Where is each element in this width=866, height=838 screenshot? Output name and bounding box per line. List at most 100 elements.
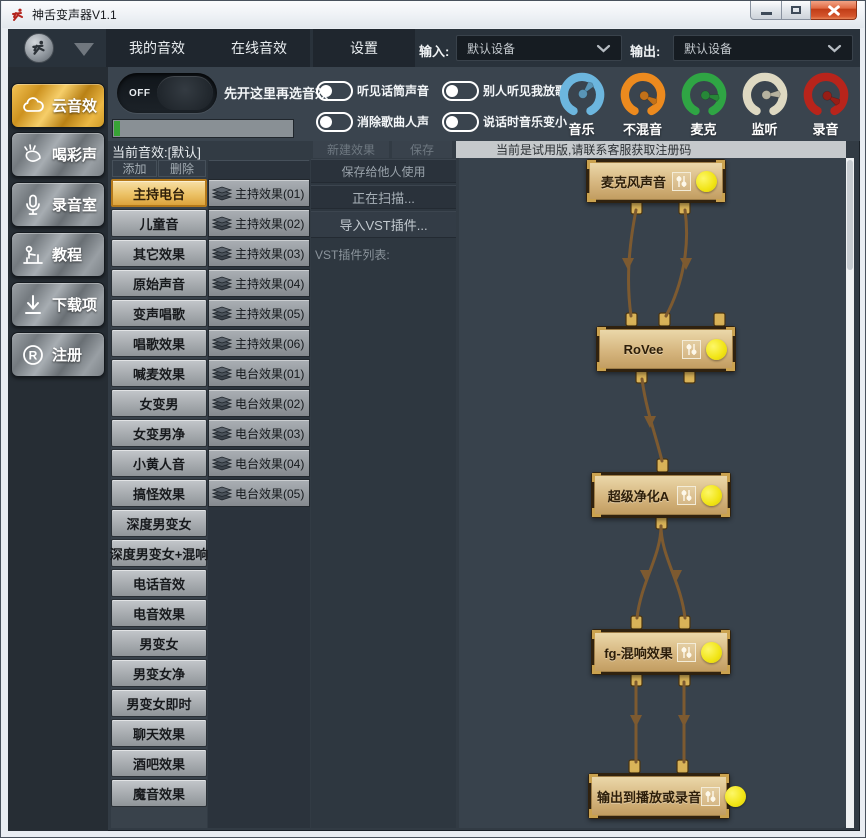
effect-node[interactable]: 超级净化A [591, 472, 731, 518]
category-item[interactable]: 小黄人音 [111, 449, 207, 477]
scanning-status-button[interactable]: 正在扫描... [311, 185, 456, 209]
sidebar-item-downloads[interactable]: 下载项 [11, 282, 105, 327]
corner-ornament [726, 327, 735, 336]
volume-knob[interactable]: 监听 [734, 67, 795, 141]
sidebar-item-cloud-effects[interactable]: 云音效 [11, 83, 105, 128]
scrollbar[interactable] [846, 158, 854, 828]
preset-item[interactable]: 电台效果(01) [208, 359, 310, 387]
bypass-led[interactable] [706, 339, 727, 360]
scrollbar-thumb[interactable] [847, 160, 853, 270]
sliders-icon[interactable] [682, 340, 701, 359]
preset-item[interactable]: 主持效果(05) [208, 299, 310, 327]
corner-ornament [716, 193, 725, 202]
knob-dial-icon [617, 69, 669, 121]
sidebar-item-register[interactable]: R 注册 [11, 332, 105, 377]
toggle-switch[interactable] [316, 112, 353, 132]
corner-ornament [592, 630, 601, 639]
node-title: 超级净化A [600, 486, 677, 505]
tab-settings[interactable]: 设置 [313, 29, 415, 67]
preset-item[interactable]: 主持效果(02) [208, 209, 310, 237]
sidebar-item-applause[interactable]: 喝彩声 [11, 132, 105, 177]
category-item[interactable]: 女变男净 [111, 419, 207, 447]
category-item[interactable]: 魔音效果 [111, 779, 207, 807]
sliders-icon[interactable] [677, 643, 696, 662]
category-item[interactable]: 原始声音 [111, 269, 207, 297]
category-item[interactable]: 女变男 [111, 389, 207, 417]
category-item[interactable]: 唱歌效果 [111, 329, 207, 357]
input-device-select[interactable]: 默认设备 [456, 35, 622, 61]
category-item[interactable]: 聊天效果 [111, 719, 207, 747]
volume-knob[interactable]: 音乐 [551, 67, 612, 141]
toggle-switch[interactable] [316, 81, 353, 101]
category-item[interactable]: 喊麦效果 [111, 359, 207, 387]
corner-ornament [597, 362, 606, 371]
tab-my-effects[interactable]: 我的音效 [106, 29, 208, 67]
delete-button[interactable]: 删除 [158, 160, 206, 177]
bypass-led[interactable] [701, 642, 722, 663]
preset-item[interactable]: 主持效果(01) [208, 179, 310, 207]
minimize-button[interactable] [750, 1, 782, 20]
preset-item[interactable]: 主持效果(04) [208, 269, 310, 297]
chevron-down-icon[interactable] [74, 43, 94, 56]
category-item[interactable]: 深度男变女+混响 [111, 539, 207, 567]
corner-ornament [587, 193, 596, 202]
category-item[interactable]: 酒吧效果 [111, 749, 207, 777]
effect-node[interactable]: 麦克风声音 [586, 159, 726, 203]
volume-knob[interactable]: 录音 [795, 67, 856, 141]
new-effect-button[interactable]: 新建效果 [313, 141, 389, 158]
volume-knob[interactable]: 不混音 [612, 67, 673, 141]
category-item[interactable]: 深度男变女 [111, 509, 207, 537]
sliders-icon[interactable] [701, 787, 720, 806]
toggle-switch[interactable] [442, 81, 479, 101]
category-item[interactable]: 男变女净 [111, 659, 207, 687]
category-item[interactable]: 男变女 [111, 629, 207, 657]
category-item[interactable]: 儿童音 [111, 209, 207, 237]
effect-node[interactable]: 输出到播放或录音 [588, 773, 730, 819]
close-button[interactable] [811, 1, 857, 20]
import-vst-button[interactable]: 导入VST插件... [311, 211, 456, 238]
bypass-led[interactable] [696, 171, 717, 192]
category-item[interactable]: 搞怪效果 [111, 479, 207, 507]
effect-node[interactable]: fg-混响效果 [591, 629, 731, 675]
preset-label: 电台效果(02) [235, 395, 304, 412]
effect-stack-icon [211, 485, 233, 502]
preset-label: 电台效果(05) [235, 485, 304, 502]
volume-knob[interactable]: 麦克 [673, 67, 734, 141]
sliders-icon[interactable] [672, 172, 691, 191]
maximize-button[interactable] [782, 1, 811, 20]
category-item[interactable]: 其它效果 [111, 239, 207, 267]
mixer-knobs: 音乐 不混音 [551, 67, 860, 141]
category-item[interactable]: 主持电台 [111, 179, 207, 207]
sidebar-item-label: 注册 [52, 344, 82, 365]
category-item[interactable]: 变声唱歌 [111, 299, 207, 327]
save-for-others-button[interactable]: 保存给他人使用 [311, 159, 456, 183]
output-device-value: 默认设备 [684, 40, 732, 57]
output-device-select[interactable]: 默认设备 [673, 35, 853, 61]
category-label: 电音效果 [133, 604, 185, 623]
preset-item[interactable]: 电台效果(03) [208, 419, 310, 447]
master-power-toggle[interactable]: OFF [117, 73, 217, 113]
sliders-icon[interactable] [677, 486, 696, 505]
sidebar-item-tutorial[interactable]: 教程 [11, 232, 105, 277]
effect-stack-icon [211, 425, 233, 442]
effect-node[interactable]: RoVee [596, 326, 736, 372]
preset-item[interactable]: 电台效果(04) [208, 449, 310, 477]
category-item[interactable]: 男变女即时 [111, 689, 207, 717]
preset-item[interactable]: 电台效果(02) [208, 389, 310, 417]
category-label: 喊麦效果 [133, 364, 185, 383]
category-item[interactable]: 电音效果 [111, 599, 207, 627]
bypass-led[interactable] [701, 485, 722, 506]
preset-item[interactable]: 电台效果(05) [208, 479, 310, 507]
preset-item[interactable]: 主持效果(03) [208, 239, 310, 267]
toggle-switch[interactable] [442, 112, 479, 132]
bypass-led[interactable] [725, 786, 746, 807]
title-bar[interactable]: 神舌变声器V1.1 [2, 1, 864, 28]
tab-online-effects[interactable]: 在线音效 [208, 29, 310, 67]
add-button[interactable]: 添加 [112, 160, 157, 177]
preset-item[interactable]: 主持效果(06) [208, 329, 310, 357]
sidebar-item-recording-studio[interactable]: 录音室 [11, 182, 105, 227]
save-button[interactable]: 保存 [392, 141, 452, 158]
node-title: RoVee [605, 342, 682, 357]
category-item[interactable]: 电话音效 [111, 569, 207, 597]
app-menu-button[interactable] [24, 33, 54, 63]
